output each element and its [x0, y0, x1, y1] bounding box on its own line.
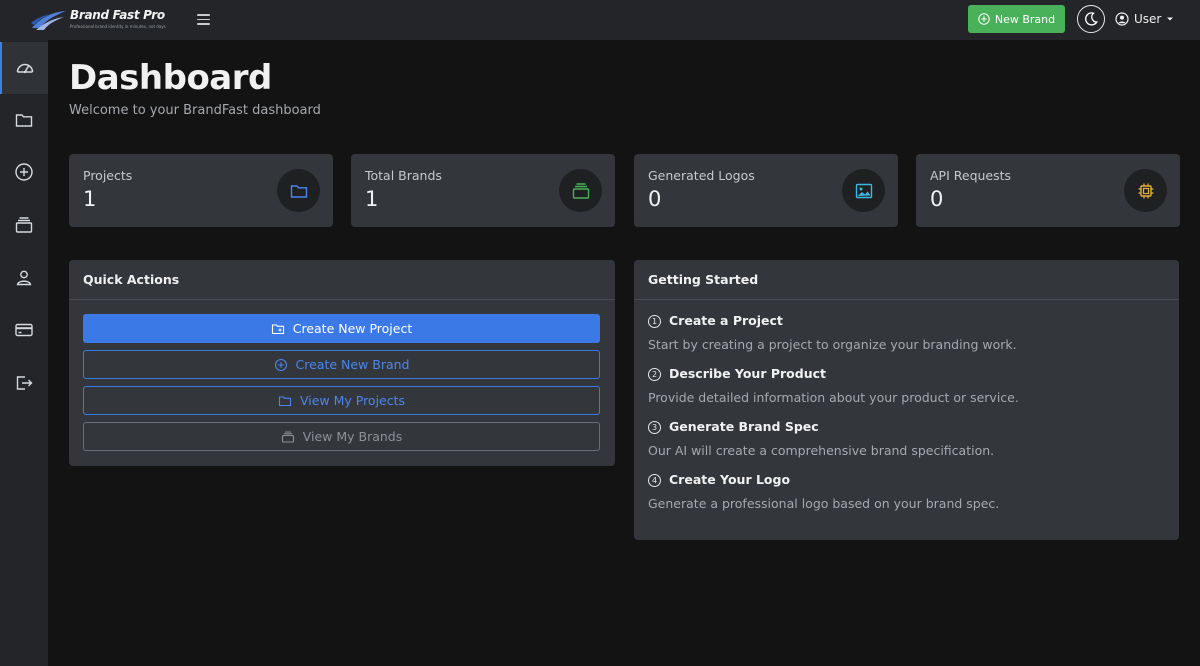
stat-card-total-brands: Total Brands 1	[351, 154, 615, 227]
stack-icon	[572, 182, 589, 199]
cpu-icon	[1138, 183, 1153, 198]
step-number-badge: 4	[648, 474, 661, 487]
menu-toggle-icon[interactable]	[196, 11, 212, 27]
step-description: Provide detailed information about your …	[648, 390, 1019, 405]
step-number-badge: 1	[648, 315, 661, 328]
brand-swoosh-icon	[31, 11, 66, 30]
stat-icon-badge	[277, 169, 320, 212]
stat-value: 1	[83, 187, 97, 211]
stack-icon	[281, 430, 294, 443]
logout-icon	[16, 376, 33, 390]
moon-icon	[1085, 12, 1098, 26]
stat-label: API Requests	[930, 168, 1012, 183]
sidebar-item-profile[interactable]	[0, 252, 48, 304]
top-navbar: Brand Fast Pro Professional brand identi…	[0, 0, 1200, 40]
theme-toggle-button[interactable]	[1077, 5, 1105, 33]
panel-header: Quick Actions	[69, 260, 615, 300]
new-brand-label: New Brand	[994, 12, 1056, 26]
person-icon	[16, 270, 32, 286]
sidebar-item-brands[interactable]	[0, 199, 48, 251]
page-subtitle: Welcome to your BrandFast dashboard	[69, 103, 321, 118]
sidebar-item-billing[interactable]	[0, 304, 48, 356]
view-my-projects-button[interactable]: View My Projects	[83, 386, 600, 415]
step-description: Our AI will create a comprehensive brand…	[648, 443, 995, 458]
step-title: Describe Your Product	[669, 366, 826, 381]
plus-circle-icon	[274, 358, 287, 371]
brand-logo[interactable]: Brand Fast Pro Professional brand identi…	[30, 6, 180, 34]
panel-header: Getting Started	[634, 260, 1179, 300]
stat-icon-badge	[1124, 169, 1167, 212]
stat-icon-badge	[842, 169, 885, 212]
sidebar-item-logout[interactable]	[0, 357, 48, 409]
plus-circle-icon	[978, 13, 990, 25]
quick-actions-panel: Quick Actions Create New Project Create …	[69, 260, 615, 466]
credit-card-icon	[15, 323, 33, 337]
user-circle-icon	[1115, 12, 1129, 26]
stat-value: 1	[365, 187, 379, 211]
create-new-project-button[interactable]: Create New Project	[83, 314, 600, 343]
sidebar-item-projects[interactable]	[0, 94, 48, 146]
button-label: View My Projects	[299, 393, 406, 408]
image-icon	[855, 183, 872, 198]
button-label: View My Brands	[302, 429, 403, 444]
sidebar-item-dashboard[interactable]	[0, 42, 48, 94]
step-description: Generate a professional logo based on yo…	[648, 496, 1000, 511]
dashboard-icon	[16, 63, 34, 74]
getting-started-panel: Getting Started 1 Create a Project Start…	[634, 260, 1179, 540]
view-my-brands-button[interactable]: View My Brands	[83, 422, 600, 451]
stat-label: Total Brands	[365, 168, 442, 183]
stack-icon	[15, 217, 33, 233]
user-label: User	[1134, 12, 1162, 26]
step-title: Generate Brand Spec	[669, 419, 819, 434]
brand-tagline: Professional brand identity in minutes, …	[70, 24, 166, 29]
brand-name: Brand Fast Pro	[70, 8, 165, 22]
stat-card-api-requests: API Requests 0	[916, 154, 1180, 227]
stat-card-projects: Projects 1	[69, 154, 333, 227]
stat-value: 0	[930, 187, 944, 211]
step-title: Create a Project	[669, 313, 783, 328]
user-menu-dropdown[interactable]: User	[1115, 9, 1174, 29]
button-label: Create New Brand	[295, 357, 410, 372]
step-number-badge: 2	[648, 368, 661, 381]
panel-title: Getting Started	[648, 272, 759, 287]
sidebar	[0, 40, 48, 666]
folder-icon	[290, 184, 307, 198]
stat-value: 0	[648, 187, 662, 211]
stat-icon-badge	[559, 169, 602, 212]
stat-label: Generated Logos	[648, 168, 755, 183]
step-description: Start by creating a project to organize …	[648, 337, 1017, 352]
sidebar-item-new[interactable]	[0, 146, 48, 198]
new-brand-button[interactable]: New Brand	[968, 5, 1065, 33]
page-title: Dashboard	[69, 58, 272, 98]
button-label: Create New Project	[292, 321, 413, 336]
stat-card-generated-logos: Generated Logos 0	[634, 154, 898, 227]
stat-label: Projects	[83, 168, 133, 183]
caret-down-icon	[1167, 17, 1174, 21]
folder-plus-icon	[271, 323, 284, 334]
step-number-badge: 3	[648, 421, 661, 434]
create-new-brand-button[interactable]: Create New Brand	[83, 350, 600, 379]
folder-icon	[15, 114, 33, 127]
step-title: Create Your Logo	[669, 472, 791, 487]
plus-circle-icon	[15, 163, 33, 181]
folder-icon	[278, 395, 292, 406]
panel-title: Quick Actions	[83, 272, 180, 287]
